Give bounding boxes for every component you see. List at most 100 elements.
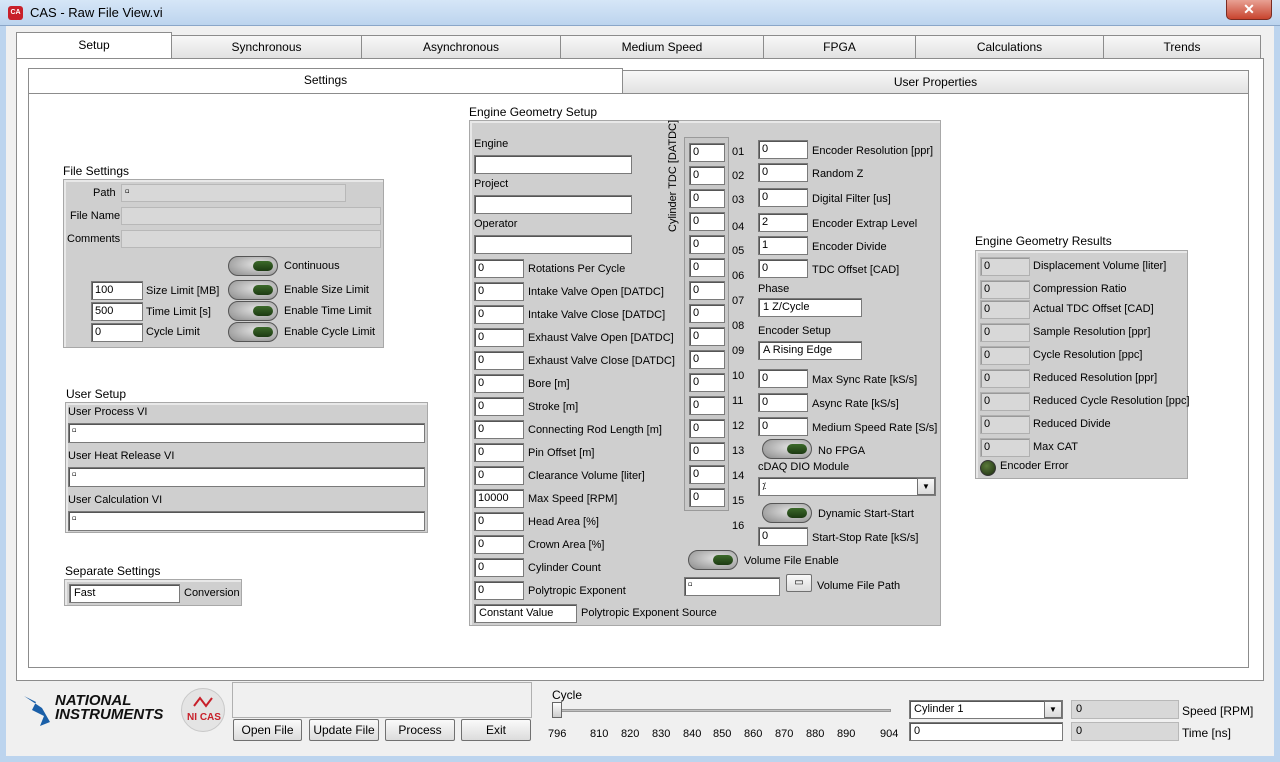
- cyl-tdc-input[interactable]: 0: [689, 143, 725, 162]
- cyl-tdc-input[interactable]: 0: [689, 235, 725, 254]
- param-input[interactable]: 0: [474, 305, 524, 324]
- encoder-label: Encoder Divide: [812, 241, 887, 253]
- continuous-toggle[interactable]: [228, 256, 278, 276]
- path-field[interactable]: ⸋: [121, 184, 346, 202]
- filename-field[interactable]: [121, 207, 381, 225]
- rate-input[interactable]: 0: [758, 417, 808, 436]
- cyl-tdc-input[interactable]: 0: [689, 488, 725, 507]
- tab-trends[interactable]: Trends: [1103, 35, 1261, 59]
- open-file-button[interactable]: Open File: [233, 719, 302, 741]
- cyl-tdc-input[interactable]: 0: [689, 396, 725, 415]
- param-input[interactable]: 0: [474, 351, 524, 370]
- result-value: 0: [980, 323, 1030, 342]
- user-calc-label: User Calculation VI: [68, 494, 163, 506]
- cyl-tdc-input[interactable]: 0: [689, 212, 725, 231]
- no-fpga-toggle[interactable]: [762, 439, 812, 459]
- rate-input[interactable]: 0: [758, 369, 808, 388]
- time-limit-input[interactable]: 500: [91, 302, 143, 321]
- enable-cycle-limit-toggle[interactable]: [228, 322, 278, 342]
- enable-size-limit-label: Enable Size Limit: [284, 284, 369, 296]
- cyl-tdc-input[interactable]: 0: [689, 327, 725, 346]
- param-input[interactable]: 0: [474, 420, 524, 439]
- encoder-input[interactable]: 0: [758, 140, 808, 159]
- cyl-tdc-input[interactable]: 0: [689, 304, 725, 323]
- param-input[interactable]: 0: [474, 466, 524, 485]
- start-stop-input[interactable]: 0: [758, 527, 808, 546]
- param-input[interactable]: 10000: [474, 489, 524, 508]
- cyl-tdc-input[interactable]: 0: [689, 166, 725, 185]
- update-file-button[interactable]: Update File: [309, 719, 379, 741]
- tab-fpga[interactable]: FPGA: [763, 35, 916, 59]
- encoder-input[interactable]: 1: [758, 236, 808, 255]
- cyl-tdc-input[interactable]: 0: [689, 373, 725, 392]
- param-input[interactable]: 0: [474, 397, 524, 416]
- folder-browse-icon[interactable]: ▭: [786, 574, 812, 592]
- user-calc-field[interactable]: ⸋: [68, 511, 425, 531]
- cycle-field[interactable]: 0: [909, 722, 1063, 741]
- enable-time-limit-toggle[interactable]: [228, 301, 278, 321]
- size-limit-input[interactable]: 100: [91, 281, 143, 300]
- cyl-tdc-input[interactable]: 0: [689, 281, 725, 300]
- dropdown-arrow-icon[interactable]: ▼: [917, 478, 935, 495]
- user-heat-field[interactable]: ⸋: [68, 467, 425, 487]
- tab-calculations[interactable]: Calculations: [915, 35, 1104, 59]
- cyl-tdc-input[interactable]: 0: [689, 350, 725, 369]
- tab-asynchronous[interactable]: Asynchronous: [361, 35, 561, 59]
- tab-medium-speed[interactable]: Medium Speed: [560, 35, 764, 59]
- cycle-slider-track[interactable]: [555, 709, 891, 712]
- encoder-input[interactable]: 2: [758, 213, 808, 232]
- window-title: CAS - Raw File View.vi: [30, 5, 163, 20]
- param-input[interactable]: 0: [474, 535, 524, 554]
- param-label: Exhaust Valve Close [DATDC]: [528, 355, 675, 367]
- param-input[interactable]: 0: [474, 581, 524, 600]
- cyl-tdc-input[interactable]: 0: [689, 258, 725, 277]
- cyl-tdc-input[interactable]: 0: [689, 465, 725, 484]
- tab-synchronous[interactable]: Synchronous: [171, 35, 362, 59]
- close-button[interactable]: ✕: [1226, 0, 1272, 20]
- encoder-input[interactable]: 0: [758, 259, 808, 278]
- param-input[interactable]: 0: [474, 328, 524, 347]
- dynamic-toggle[interactable]: [762, 503, 812, 523]
- cyl-number: 14: [732, 470, 745, 482]
- encoder-input[interactable]: 0: [758, 163, 808, 182]
- result-label: Reduced Cycle Resolution [ppc]: [1033, 395, 1190, 407]
- exit-button[interactable]: Exit: [461, 719, 531, 741]
- cycle-slider-handle[interactable]: [552, 702, 562, 718]
- param-input[interactable]: 0: [474, 282, 524, 301]
- process-button[interactable]: Process: [385, 719, 455, 741]
- cyl-tdc-input[interactable]: 0: [689, 419, 725, 438]
- tab-user-properties[interactable]: User Properties: [622, 70, 1249, 94]
- cylinder-select[interactable]: Cylinder 1 ▼: [909, 700, 1063, 719]
- continuous-label: Continuous: [284, 260, 340, 272]
- tab-settings[interactable]: Settings: [28, 68, 623, 93]
- conversion-select[interactable]: Fast: [69, 584, 180, 603]
- param-input[interactable]: 0: [474, 374, 524, 393]
- cyl-tdc-input[interactable]: 0: [689, 189, 725, 208]
- user-process-field[interactable]: ⸋: [68, 423, 425, 443]
- rate-input[interactable]: 0: [758, 393, 808, 412]
- volume-enable-toggle[interactable]: [688, 550, 738, 570]
- dropdown-arrow-icon[interactable]: ▼: [1044, 701, 1062, 718]
- encoder-setup-select[interactable]: A Rising Edge: [758, 341, 862, 360]
- poly-source-select[interactable]: Constant Value: [474, 604, 577, 623]
- param-input[interactable]: 0: [474, 558, 524, 577]
- volume-path-field[interactable]: ⸋: [684, 577, 780, 596]
- operator-field[interactable]: [474, 235, 632, 254]
- cyl-number: 16: [732, 520, 745, 532]
- enable-size-limit-toggle[interactable]: [228, 280, 278, 300]
- param-input[interactable]: 0: [474, 259, 524, 278]
- engine-field[interactable]: [474, 155, 632, 174]
- cyl-tdc-input[interactable]: 0: [689, 442, 725, 461]
- cycle-limit-input[interactable]: 0: [91, 323, 143, 342]
- phase-select[interactable]: 1 Z/Cycle: [758, 298, 862, 317]
- ni-cas-logo: NI CAS: [181, 688, 225, 732]
- project-field[interactable]: [474, 195, 632, 214]
- cdaq-select[interactable]: ⁒ ▼: [758, 477, 936, 496]
- encoder-input[interactable]: 0: [758, 188, 808, 207]
- tab-setup[interactable]: Setup: [16, 32, 172, 58]
- param-label: Rotations Per Cycle: [528, 263, 626, 275]
- comments-field[interactable]: [121, 230, 381, 248]
- param-input[interactable]: 0: [474, 512, 524, 531]
- cyl-number: 04: [732, 221, 745, 233]
- param-input[interactable]: 0: [474, 443, 524, 462]
